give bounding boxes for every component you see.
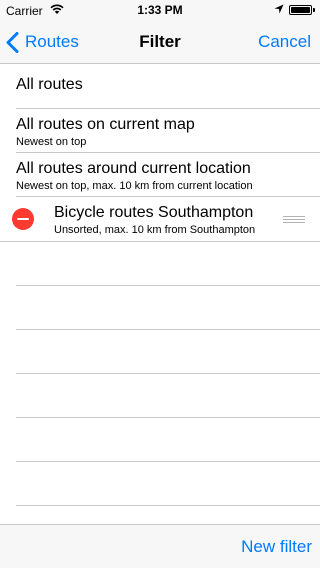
navigation-bar: Routes Filter Cancel: [0, 20, 320, 64]
editable-row-wrapper: Bicycle routes Southampton Unsorted, max…: [0, 197, 320, 242]
list-item-subtitle: Newest on top, max. 10 km from current l…: [16, 180, 253, 192]
list-item-subtitle: Newest on top: [16, 136, 87, 148]
new-filter-button[interactable]: New filter: [241, 537, 312, 557]
list-item-current-map[interactable]: All routes on current map Newest on top: [16, 109, 320, 153]
delete-circle-icon[interactable]: [12, 208, 34, 230]
empty-row: [16, 418, 320, 462]
battery-icon: [289, 5, 312, 15]
list-item-title: All routes around current location: [16, 160, 251, 177]
status-bar: Carrier 1:33 PM: [0, 0, 320, 20]
list-item-subtitle: Unsorted, max. 10 km from Southampton: [54, 224, 256, 236]
filter-list: All routes All routes on current map New…: [0, 65, 320, 506]
list-item-title: Bicycle routes Southampton: [54, 204, 254, 221]
empty-row: [16, 462, 320, 506]
bottom-toolbar: New filter: [0, 524, 320, 568]
list-item-bicycle-southampton[interactable]: Bicycle routes Southampton Unsorted, max…: [0, 197, 320, 241]
list-item-title: All routes on current map: [16, 116, 195, 133]
list-item-title: All routes: [16, 76, 83, 93]
empty-row: [16, 374, 320, 418]
battery-tip: [313, 8, 315, 12]
cancel-button[interactable]: Cancel: [258, 32, 311, 52]
location-arrow-icon: [274, 4, 284, 14]
clock: 1:33 PM: [137, 3, 183, 17]
list-item-current-location[interactable]: All routes around current location Newes…: [16, 153, 320, 197]
empty-row: [16, 330, 320, 374]
empty-row: [16, 242, 320, 286]
empty-row: [16, 286, 320, 330]
reorder-handle-icon[interactable]: [283, 216, 305, 223]
list-item-all-routes[interactable]: All routes: [16, 65, 320, 109]
